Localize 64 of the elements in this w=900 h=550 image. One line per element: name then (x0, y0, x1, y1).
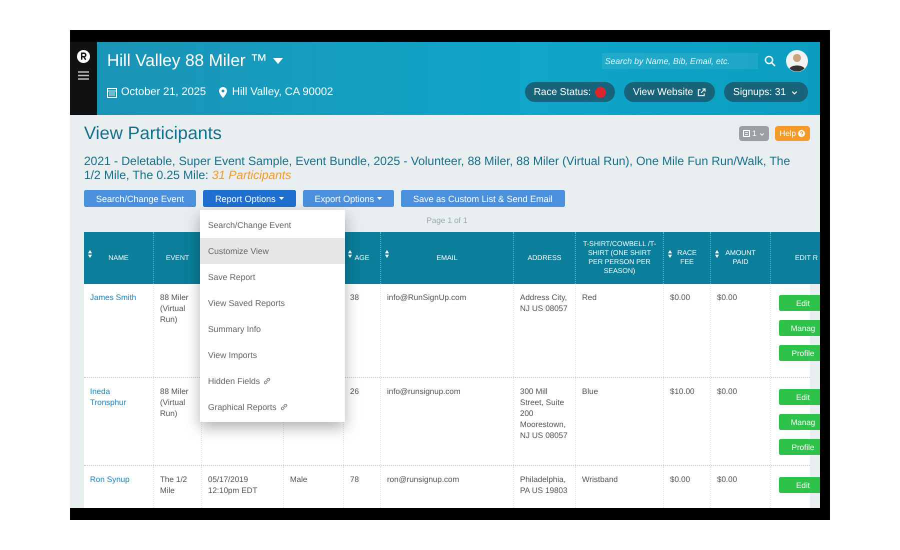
menu-item[interactable]: View Imports (200, 342, 345, 368)
table-cell: The 1/2 Mile (160, 475, 188, 495)
search-icon[interactable] (764, 55, 776, 67)
question-icon (798, 130, 805, 137)
table-cell: $0.00 (717, 475, 738, 484)
menu-item[interactable]: View Saved Reports (200, 290, 345, 316)
table-cell: Blue (582, 387, 598, 396)
event-list-text: 2021 - Deletable, Super Event Sample, Event Bundle, 2025 - Volunteer, 88 Miler, 88 Miler (Virtual Run), One Mile Fun Run/Walk, The 1/2 Mile, The 0.25 Mile: 31 Participants (84, 154, 792, 182)
menu-item[interactable]: Hidden Fields (200, 368, 345, 394)
toolbar-button[interactable]: Save as Custom List & Send Email (401, 190, 565, 207)
table-cell: 300 Mill Street, Suite 200 Moorestown, NJ US 08057 (520, 387, 568, 440)
chevron-icon (758, 130, 765, 136)
table-cell: 88 Miler (Virtual Run) (160, 387, 188, 418)
table-cell: info@runsignup.com (387, 387, 460, 396)
participant-name-link[interactable]: James Smith (90, 292, 147, 303)
menu-item[interactable]: Graphical Reports (200, 394, 345, 420)
table-cell: $0.00 (670, 475, 690, 484)
table-cell: $0.00 (670, 293, 690, 302)
sort-icon[interactable] (385, 250, 389, 258)
toolbar-button[interactable]: Search/Change Event (84, 190, 196, 207)
table-cell: 88 Miler (Virtual Run) (160, 293, 188, 324)
menu-item[interactable]: Search/Change Event (200, 212, 345, 238)
race-location: Hill Valley, CA 90002 (232, 86, 334, 98)
table-cell: Wristband (582, 475, 618, 484)
view-website-button[interactable]: View Website (624, 82, 716, 102)
menu-item[interactable]: Summary Info (200, 316, 345, 342)
calendar-icon (107, 86, 117, 98)
caret-icon[interactable] (273, 58, 284, 64)
table-cell: Address City, NJ US 08057 (520, 293, 568, 313)
table-cell: $10.00 (670, 387, 694, 396)
location-pin-icon (218, 86, 228, 98)
sort-icon[interactable] (88, 250, 92, 258)
sort-icon[interactable] (668, 250, 672, 258)
table-cell: $0.00 (717, 387, 738, 396)
table-cell: 05/17/2019 12:10pm EDT (208, 475, 258, 495)
avatar[interactable] (786, 50, 808, 72)
logo-icon[interactable] (77, 50, 90, 63)
toolbar-button[interactable]: Export Options (302, 190, 394, 207)
signups-button[interactable]: Signups: 31 (724, 82, 808, 102)
menu-item[interactable]: Save Report (200, 264, 345, 290)
race-date: October 21, 2025 (121, 86, 206, 98)
table-cell: 26 (350, 387, 359, 396)
table-cell: 78 (350, 475, 359, 484)
counter-button[interactable]: 1 (739, 126, 769, 141)
sort-icon[interactable] (348, 250, 352, 258)
race-title[interactable]: Hill Valley 88 Miler ™ (107, 51, 268, 71)
participant-name-link[interactable]: Ron Synup (90, 474, 147, 485)
table-cell: Philadelphia, PA US 19803 (520, 475, 568, 495)
pagination-text: Page 1 of 1 (426, 216, 468, 225)
sort-icon[interactable] (715, 250, 719, 258)
menu-item[interactable]: Customize View (200, 238, 345, 264)
external-link-icon (697, 88, 706, 96)
table-cell: 38 (350, 293, 359, 302)
table-cell: ron@runsignup.com (387, 475, 460, 484)
race-status-button[interactable]: Race Status: (524, 82, 615, 102)
table-cell: Red (582, 293, 597, 302)
list-icon (743, 130, 750, 137)
page-title: View Participants (84, 123, 222, 144)
toolbar-button[interactable]: Report Options (203, 190, 296, 207)
table-cell: Male (290, 475, 308, 484)
table-cell: info@RunSignUp.com (387, 293, 466, 302)
menu-icon[interactable] (78, 71, 89, 80)
participant-name-link[interactable]: Ineda Tronsphur (90, 386, 147, 408)
table-cell: $0.00 (717, 293, 738, 302)
